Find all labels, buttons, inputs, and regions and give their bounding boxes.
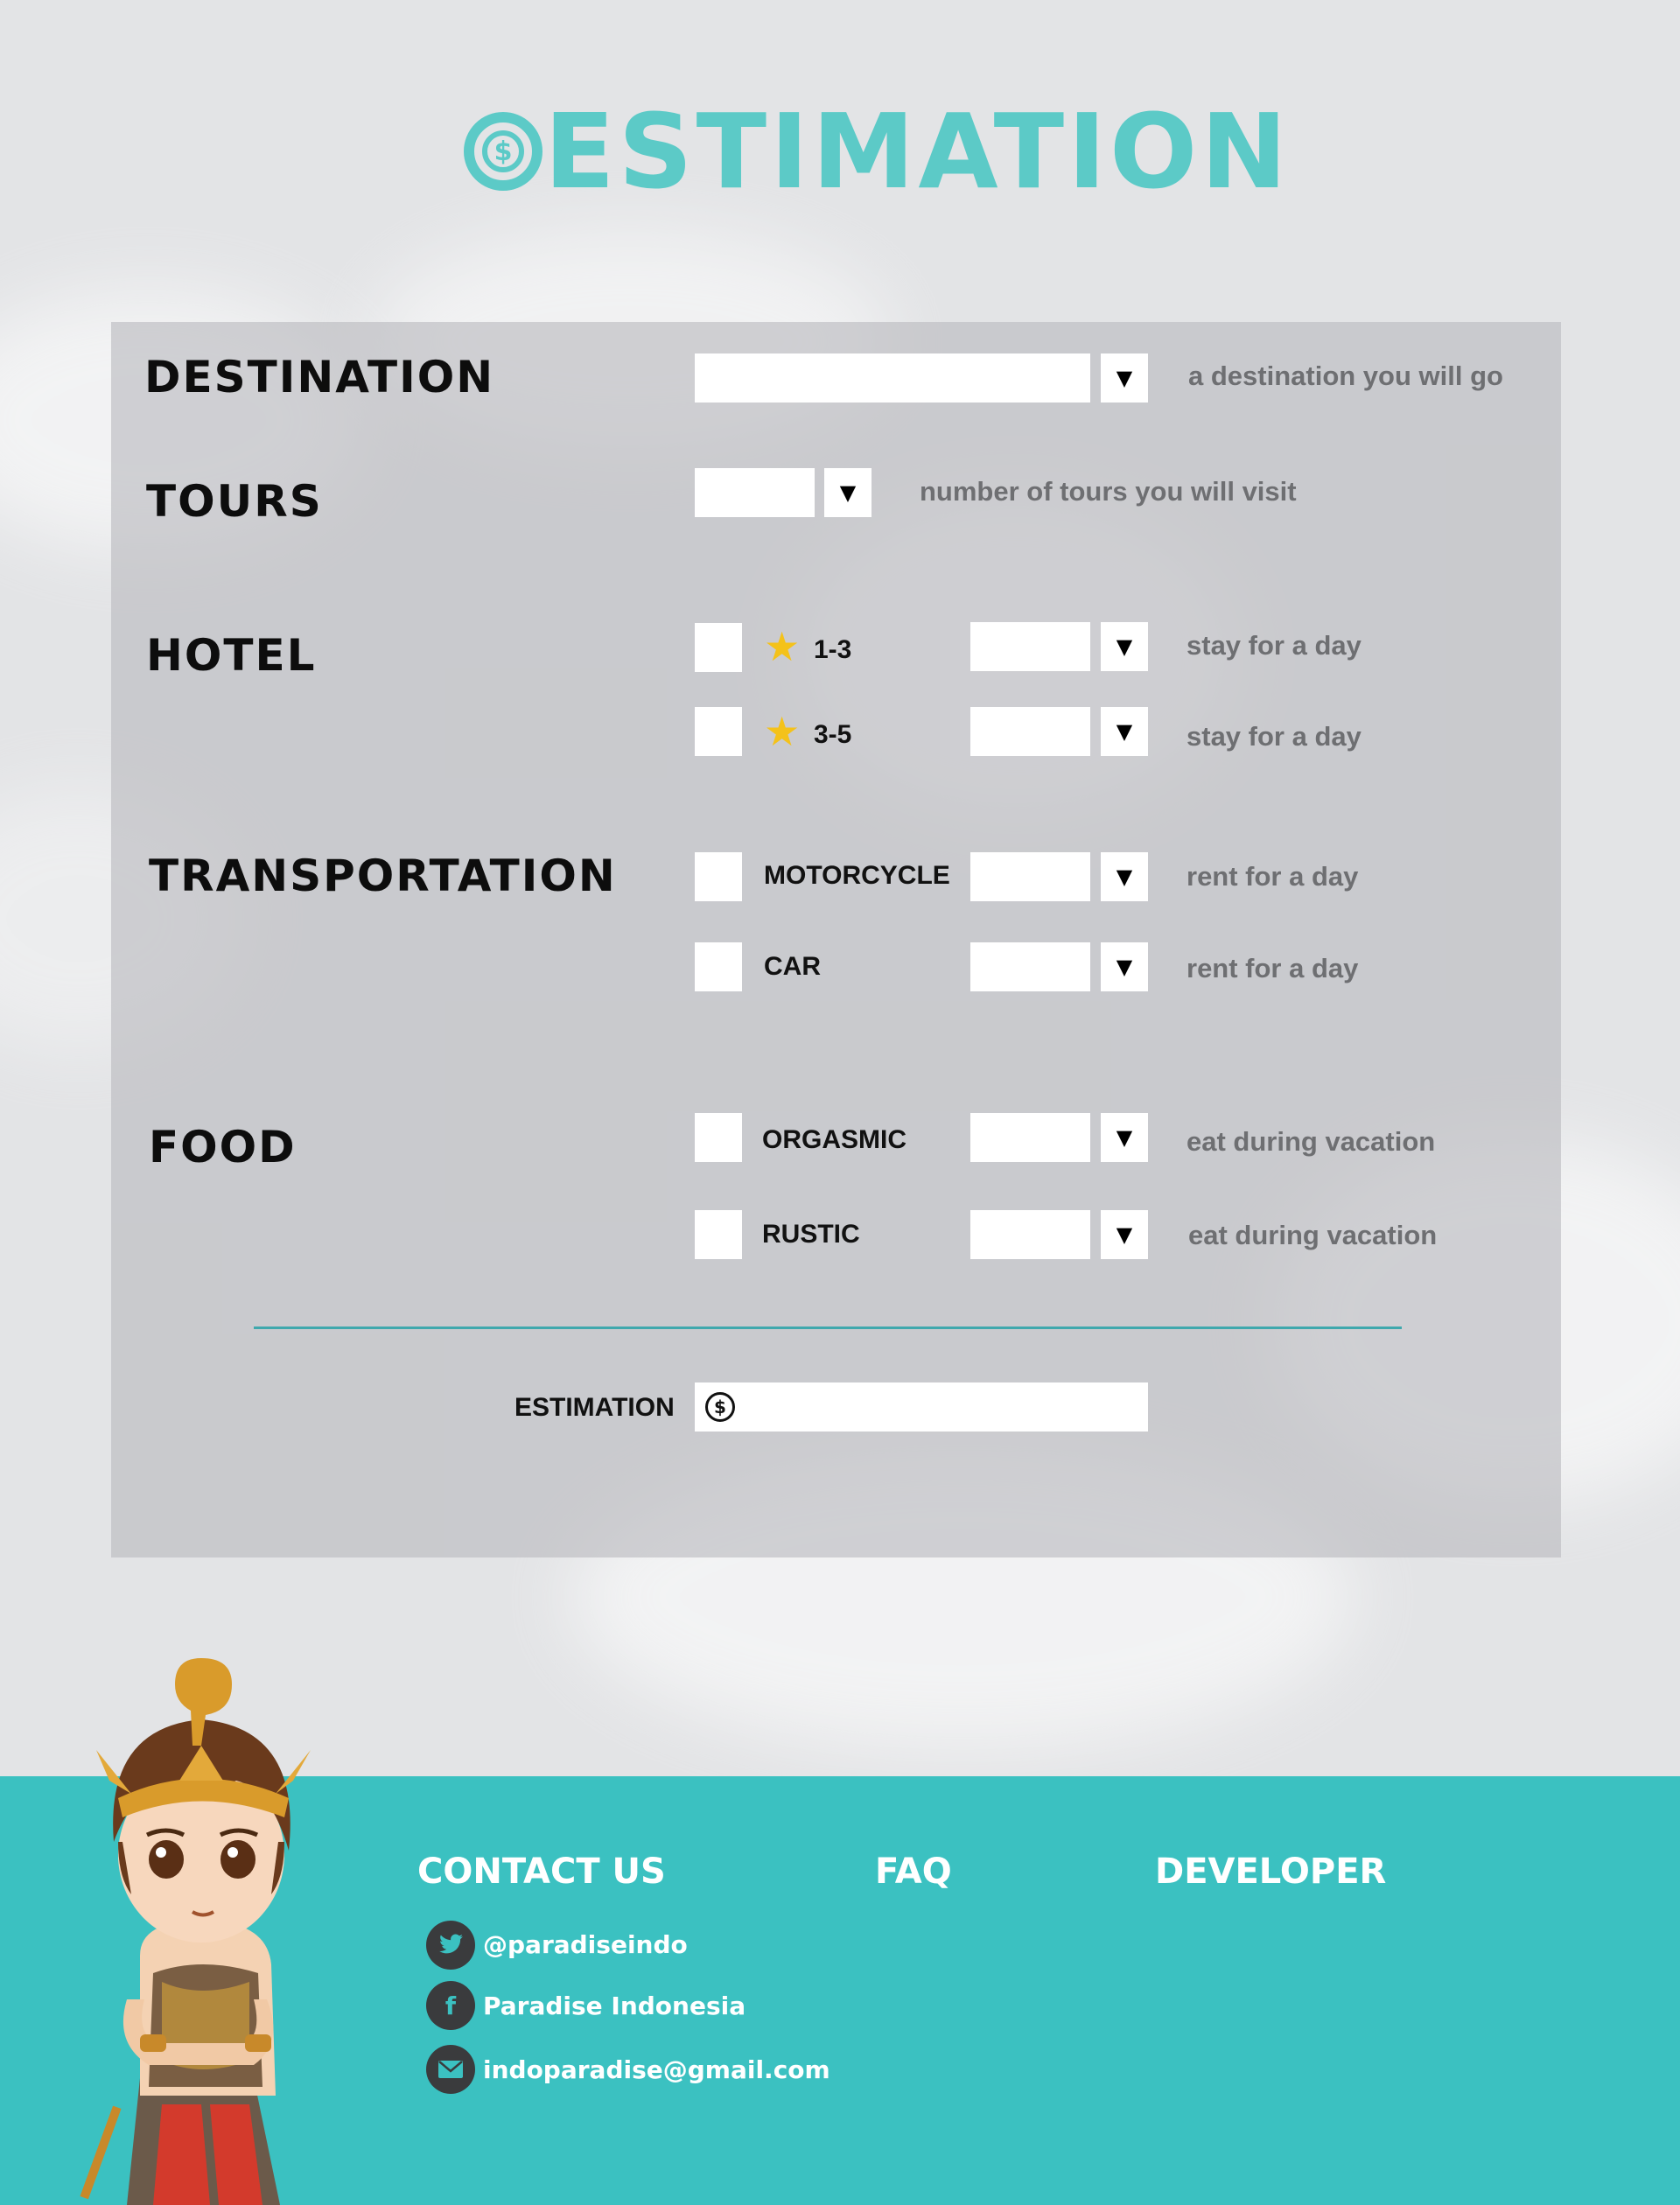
food-option-label: ORGASMIC (762, 1125, 906, 1154)
contact-us-heading: CONTACT US (417, 1852, 666, 1892)
faq-link[interactable]: FAQ (875, 1852, 952, 1892)
facebook-icon[interactable]: f (426, 1981, 475, 2030)
orgasmic-checkbox[interactable] (695, 1113, 742, 1162)
hotel-3-5-checkbox[interactable] (695, 707, 742, 756)
page-title: $ ESTIMATION (464, 91, 1292, 212)
star-icon: ★ (764, 709, 801, 754)
developer-link[interactable]: DEVELOPER (1155, 1852, 1386, 1892)
mail-icon[interactable] (426, 2045, 475, 2094)
destination-hint: a destination you will go (1188, 360, 1503, 391)
divider (254, 1326, 1402, 1329)
rustic-dropdown-button[interactable]: ▼ (1101, 1210, 1148, 1259)
destination-select[interactable] (695, 354, 1090, 402)
car-select[interactable] (970, 942, 1090, 991)
hotel-3-5-dropdown-button[interactable]: ▼ (1101, 707, 1148, 756)
hotel-hint: stay for a day (1186, 630, 1362, 661)
transport-hint: rent for a day (1186, 861, 1359, 892)
food-hint: eat during vacation (1186, 1126, 1436, 1157)
orgasmic-dropdown-button[interactable]: ▼ (1101, 1113, 1148, 1162)
transport-option-label: MOTORCYCLE (764, 861, 950, 890)
car-dropdown-button[interactable]: ▼ (1101, 942, 1148, 991)
twitter-icon[interactable] (426, 1921, 475, 1970)
facebook-link[interactable]: Paradise Indonesia (483, 1992, 746, 2020)
hotel-hint: stay for a day (1186, 721, 1362, 752)
orgasmic-select[interactable] (970, 1113, 1090, 1162)
destination-label: DESTINATION (144, 352, 495, 402)
tours-dropdown-button[interactable]: ▼ (824, 468, 872, 517)
twitter-bird-glyph (439, 1934, 463, 1954)
hotel-1-3-select[interactable] (970, 622, 1090, 671)
hotel-label: HOTEL (146, 630, 317, 681)
transportation-label: TRANSPORTATION (149, 850, 617, 901)
page-title-text: ESTIMATION (544, 91, 1292, 212)
twitter-link[interactable]: @paradiseindo (483, 1930, 688, 1959)
mascot-character-illustration (80, 1658, 311, 2205)
hotel-option-label: 1-3 (814, 635, 852, 664)
food-option-label: RUSTIC (762, 1220, 860, 1249)
motorcycle-checkbox[interactable] (695, 852, 742, 901)
rustic-select[interactable] (970, 1210, 1090, 1259)
dollar-coin-icon: $ (464, 112, 542, 191)
hotel-3-5-select[interactable] (970, 707, 1090, 756)
tours-hint: number of tours you will visit (920, 476, 1297, 507)
tours-select[interactable] (695, 468, 815, 517)
motorcycle-dropdown-button[interactable]: ▼ (1101, 852, 1148, 901)
food-label: FOOD (149, 1122, 297, 1172)
tours-label: TOURS (146, 476, 323, 527)
rustic-checkbox[interactable] (695, 1210, 742, 1259)
dollar-sign: $ (482, 130, 524, 172)
estimation-output-field (695, 1382, 1148, 1432)
hotel-option-label: 3-5 (814, 720, 852, 749)
envelope-glyph (438, 2061, 463, 2078)
star-icon: ★ (764, 624, 801, 669)
email-link[interactable]: indoparadise@gmail.com (483, 2055, 830, 2084)
transport-hint: rent for a day (1186, 953, 1359, 984)
car-checkbox[interactable] (695, 942, 742, 991)
dollar-coin-icon: $ (705, 1392, 735, 1422)
hotel-1-3-dropdown-button[interactable]: ▼ (1101, 622, 1148, 671)
hotel-1-3-checkbox[interactable] (695, 623, 742, 672)
food-hint: eat during vacation (1188, 1220, 1438, 1250)
destination-dropdown-button[interactable]: ▼ (1101, 354, 1148, 402)
estimation-result-label: ESTIMATION (514, 1393, 675, 1422)
motorcycle-select[interactable] (970, 852, 1090, 901)
transport-option-label: CAR (764, 952, 821, 981)
